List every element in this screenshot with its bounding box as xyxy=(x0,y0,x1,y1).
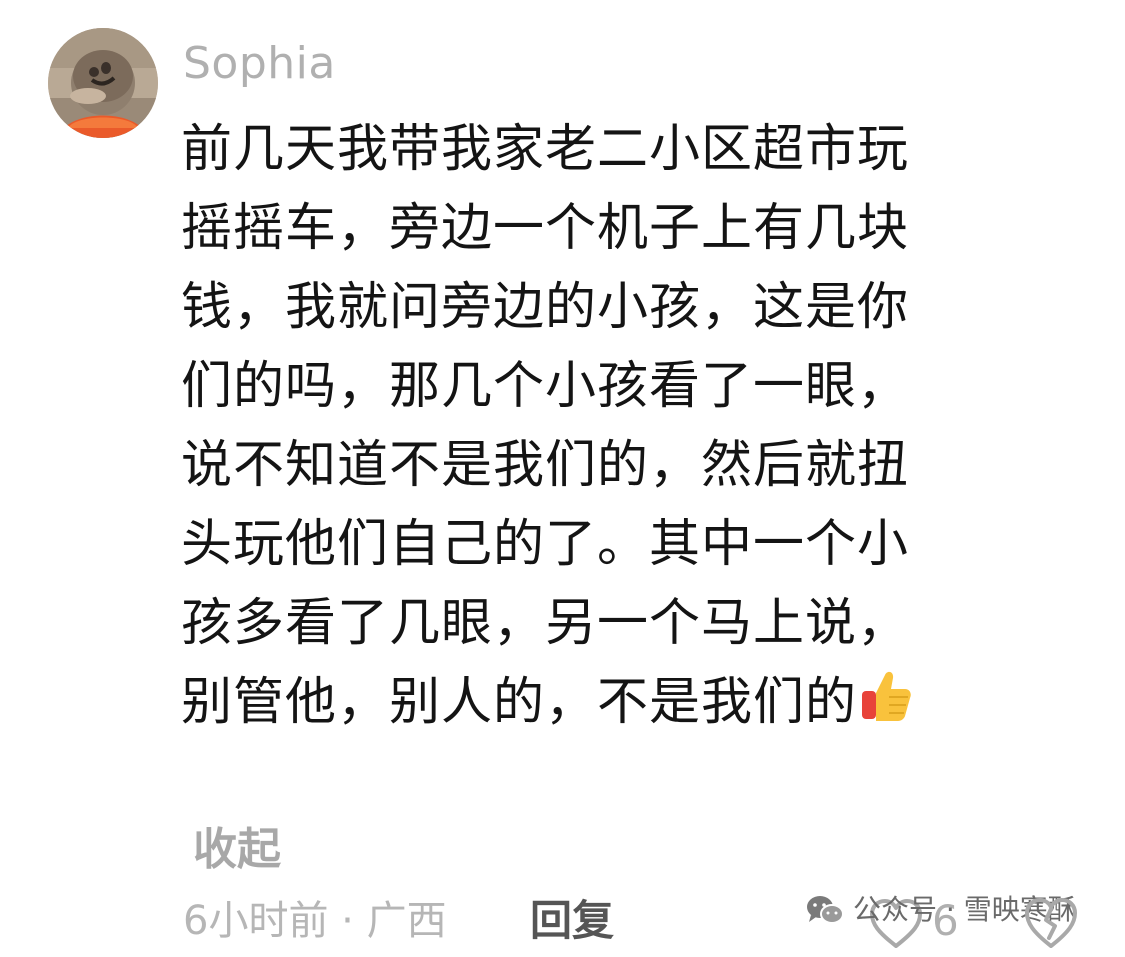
collapse-button[interactable]: 收起 xyxy=(193,820,281,880)
reply-button[interactable]: 回复 xyxy=(530,891,614,951)
comment-line: 说不知道不是我们的，然后就扭 xyxy=(181,436,910,495)
username[interactable]: Sophia xyxy=(183,34,336,94)
comment-line: 摇摇车，旁边一个机子上有几块 xyxy=(181,199,910,258)
thumbs-up-emoji xyxy=(859,667,913,746)
comment-line: 钱，我就问旁边的小孩，这是你 xyxy=(181,278,910,337)
comment-line: 别管他，别人的，不是我们的 xyxy=(181,673,858,732)
comment-item: Sophia 前几天我带我家老二小区超市玩 摇摇车，旁边一个机子上有几块 钱，我… xyxy=(0,0,1125,957)
comment-line: 前几天我带我家老二小区超市玩 xyxy=(181,120,910,179)
broken-heart-icon[interactable] xyxy=(1022,896,1080,950)
avatar-image xyxy=(48,28,158,138)
comment-line: 头玩他们自己的了。其中一个小 xyxy=(181,515,910,574)
comment-line-last: 别管他，别人的，不是我们的 xyxy=(181,663,1041,742)
comment-timestamp-location: 6小时前 · 广西 xyxy=(183,898,447,944)
wechat-icon xyxy=(805,893,845,927)
comment-line: 们的吗，那几个小孩看了一眼， xyxy=(181,357,910,416)
comment-line: 孩多看了几眼，另一个马上说， xyxy=(181,594,910,653)
comment-text: 前几天我带我家老二小区超市玩 摇摇车，旁边一个机子上有几块 钱，我就问旁边的小孩… xyxy=(181,110,1041,742)
avatar[interactable] xyxy=(48,28,158,138)
